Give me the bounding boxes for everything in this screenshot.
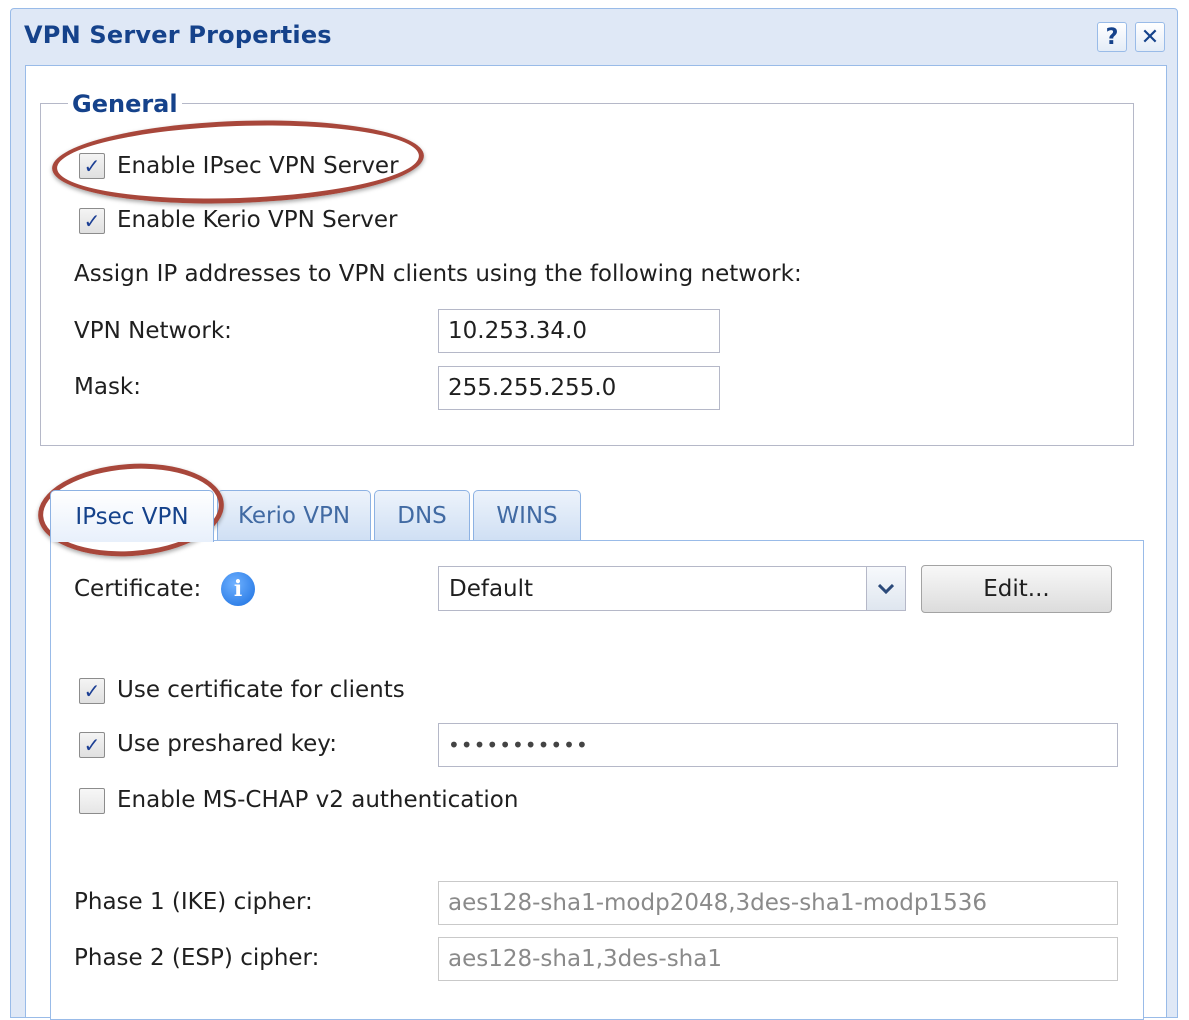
vpn-network-input[interactable]: 10.253.34.0: [438, 309, 720, 353]
tab-dns-label: DNS: [397, 503, 447, 529]
general-legend: General: [68, 90, 182, 118]
enable-ipsec-label[interactable]: Enable IPsec VPN Server: [117, 153, 399, 179]
dialog-title: VPN Server Properties: [24, 21, 332, 49]
edit-certificate-button[interactable]: Edit...: [921, 565, 1112, 613]
tab-ipsec-vpn[interactable]: IPsec VPN: [50, 490, 214, 542]
vpn-network-label: VPN Network:: [74, 318, 232, 344]
phase2-cipher-input[interactable]: aes128-sha1,3des-sha1: [438, 937, 1118, 981]
enable-kerio-label[interactable]: Enable Kerio VPN Server: [117, 207, 398, 233]
phase1-label: Phase 1 (IKE) cipher:: [74, 889, 313, 915]
use-preshared-key-label[interactable]: Use preshared key:: [117, 731, 337, 757]
tab-wins-label: WINS: [496, 503, 558, 529]
certificate-label: Certificate:: [74, 576, 202, 602]
ms-chap-label[interactable]: Enable MS-CHAP v2 authentication: [117, 787, 518, 813]
info-icon[interactable]: i: [221, 572, 255, 606]
preshared-key-input[interactable]: •••••••••••: [438, 723, 1118, 767]
tab-kerio-vpn-label: Kerio VPN: [237, 503, 351, 529]
dialog-titlebar[interactable]: VPN Server Properties ? ✕: [11, 9, 1177, 65]
certificate-combo[interactable]: Default: [438, 566, 906, 611]
use-certificate-label[interactable]: Use certificate for clients: [117, 677, 405, 703]
enable-kerio-checkbox[interactable]: ✓: [79, 208, 105, 234]
certificate-value: Default: [449, 575, 534, 602]
tab-ipsec-vpn-label: IPsec VPN: [75, 503, 189, 530]
enable-ipsec-checkbox[interactable]: ✓: [79, 153, 105, 179]
assign-ip-text: Assign IP addresses to VPN clients using…: [74, 261, 802, 287]
help-icon: ?: [1105, 24, 1119, 50]
chevron-down-icon[interactable]: [866, 567, 905, 610]
tab-dns[interactable]: DNS: [374, 490, 470, 541]
use-preshared-key-checkbox[interactable]: ✓: [79, 732, 105, 758]
info-icon-glyph: i: [233, 576, 243, 602]
mask-input[interactable]: 255.255.255.0: [438, 366, 720, 410]
close-button[interactable]: ✕: [1135, 22, 1165, 52]
ms-chap-checkbox[interactable]: ✓: [79, 788, 105, 814]
mask-label: Mask:: [74, 374, 141, 400]
phase1-cipher-input[interactable]: aes128-sha1-modp2048,3des-sha1-modp1536: [438, 881, 1118, 925]
phase2-label: Phase 2 (ESP) cipher:: [74, 945, 320, 971]
use-certificate-checkbox[interactable]: ✓: [79, 678, 105, 704]
close-icon: ✕: [1140, 24, 1160, 50]
tab-wins[interactable]: WINS: [473, 490, 581, 541]
help-button[interactable]: ?: [1097, 22, 1127, 52]
chevron-down-glyph: [878, 583, 894, 594]
tab-kerio-vpn[interactable]: Kerio VPN: [217, 490, 371, 541]
